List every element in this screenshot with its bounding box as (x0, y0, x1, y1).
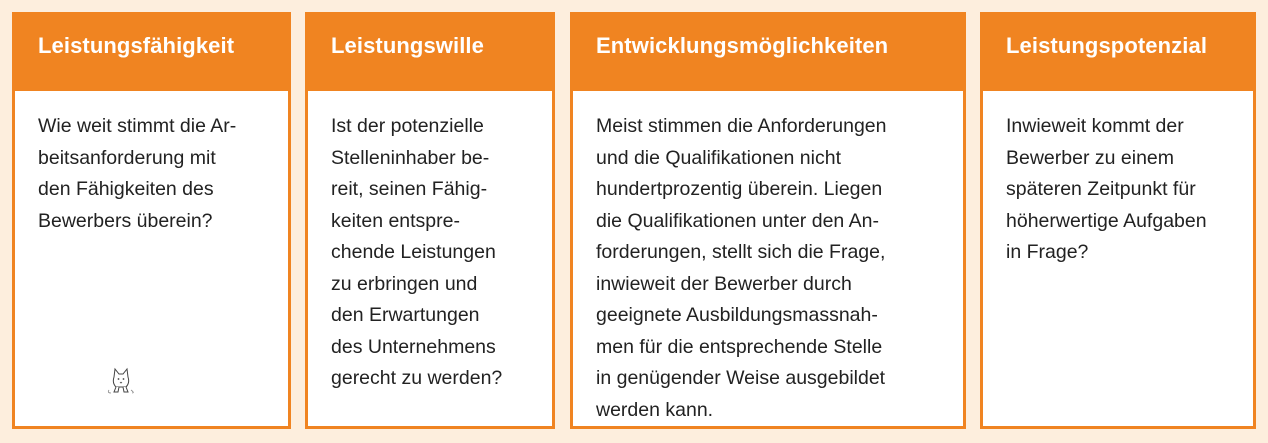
card-text-line: geeignete Ausbildungsmassnah- (596, 304, 878, 326)
card-text-line: hundertprozentig überein. Liegen (596, 178, 883, 200)
card-text-line: und die Qualifikationen nicht (596, 146, 841, 169)
card-text: Meist stimmen die Anforderungen und die … (573, 91, 963, 426)
card-text-line: den Erwartungen (331, 304, 480, 326)
card-text: Wie weit stimmt die Ar- beitsanforderung… (15, 91, 288, 237)
card-entwicklungsmoeglichkeiten: Entwicklungsmöglichkeiten Meist stimmen … (570, 12, 966, 429)
card-text-line: zu erbringen und (331, 272, 478, 295)
card-text-line: des Unternehmens (331, 335, 496, 358)
card-text-line: forderungen, stellt sich die Frage, (596, 241, 886, 263)
card-text-line: gerecht zu werden? (331, 367, 503, 389)
card-leistungswille: Leistungswille Ist der potenzielle Stell… (305, 12, 555, 429)
card-text-line: späteren Zeitpunkt für (1006, 178, 1196, 200)
card-text-line: keiten entspre- (331, 209, 460, 232)
card-text-line: Bewerber zu einem (1006, 146, 1174, 169)
card-text-line: men für die entsprechende Stelle (596, 335, 883, 358)
card-leistungspotenzial: Leistungspotenzial Inwieweit kommt der B… (980, 12, 1256, 429)
card-text-line: die Qualifikationen unter den An- (596, 209, 879, 232)
cat-mascot-icon (106, 366, 136, 394)
card-text-line: den Fähigkeiten des (38, 178, 214, 200)
card-text-line: werden kann. (596, 398, 714, 421)
card-text-line: Stelleninhaber be- (331, 146, 490, 169)
card-text-line: Inwieweit kommt der (1006, 115, 1184, 137)
card-text: Inwieweit kommt der Bewerber zu einem sp… (983, 91, 1253, 269)
card-text-line: Ist der potenzielle (331, 115, 484, 137)
card-text-line: beitsanforderung mit (38, 146, 216, 169)
card-title: Entwicklungsmöglichkeiten (573, 15, 963, 91)
card-title: Leistungswille (308, 15, 552, 91)
card-title: Leistungsfähigkeit (15, 15, 288, 91)
card-text: Ist der potenzielle Stelleninhaber be- r… (308, 91, 552, 395)
card-text-line: reit, seinen Fähig- (331, 178, 488, 200)
card-text-line: chende Leistungen (331, 241, 496, 263)
card-text-line: inwieweit der Bewerber durch (596, 272, 852, 295)
card-text-line: in genügender Weise ausgebildet (596, 367, 886, 389)
card-text-line: höherwertige Aufgaben (1006, 209, 1207, 232)
card-text-line: in Frage? (1006, 241, 1089, 263)
card-text-line: Meist stimmen die Anforderungen (596, 115, 887, 137)
card-text-line: Bewerbers überein? (38, 209, 213, 232)
card-title: Leistungspotenzial (983, 15, 1253, 91)
card-leistungsfaehigkeit: Leistungsfähigkeit Wie weit stimmt die A… (12, 12, 291, 429)
card-text-line: Wie weit stimmt die Ar- (38, 115, 237, 137)
